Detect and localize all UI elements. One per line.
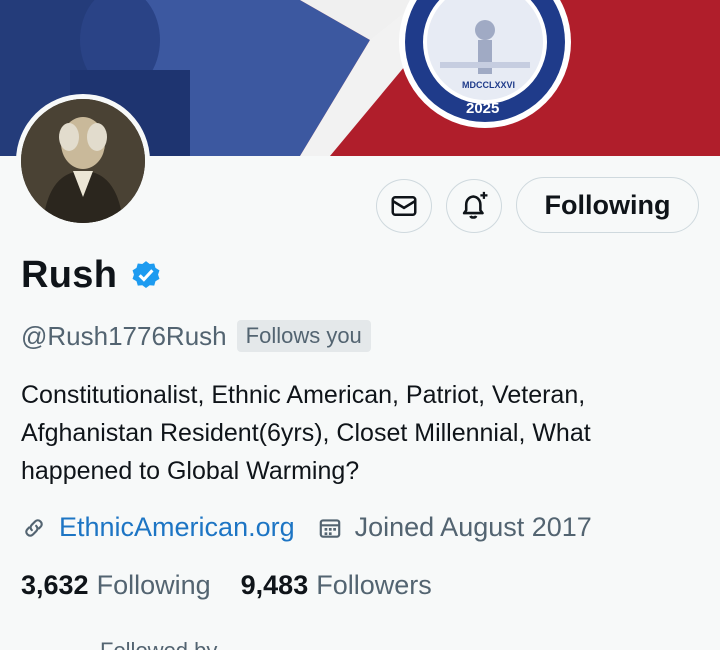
profile-name: Rush xyxy=(21,254,118,296)
profile-bio: Constitutionalist, Ethnic American, Patr… xyxy=(21,381,591,485)
following-count: 3,632 xyxy=(21,570,89,600)
link-icon xyxy=(25,518,43,537)
avatar[interactable] xyxy=(16,94,150,228)
bell-plus-icon xyxy=(462,191,488,219)
verified-badge-icon[interactable] xyxy=(129,259,163,293)
calendar-icon xyxy=(319,518,340,538)
following-label: Following xyxy=(96,570,211,600)
followers-count: 9,483 xyxy=(240,570,309,600)
message-button[interactable] xyxy=(376,179,432,233)
joined-date: Joined August 2017 xyxy=(354,512,592,542)
followers-label: Followers xyxy=(316,570,432,600)
following-button[interactable]: Following xyxy=(516,177,699,233)
notifications-button[interactable] xyxy=(446,179,502,233)
website-link[interactable]: EthnicAmerican.org xyxy=(59,512,295,543)
followed-by-text[interactable]: Followed by xyxy=(100,638,217,650)
following-stat[interactable]: 3,632 Following xyxy=(21,570,211,601)
seal-year: 2025 xyxy=(466,100,500,117)
follows-you-badge: Follows you xyxy=(236,320,371,352)
profile-handle: @Rush1776Rush xyxy=(21,320,227,351)
followers-stat[interactable]: 9,483 Followers xyxy=(241,570,432,601)
envelope-icon xyxy=(391,196,417,216)
seal-roman: MDCCLXXVI xyxy=(462,80,516,90)
